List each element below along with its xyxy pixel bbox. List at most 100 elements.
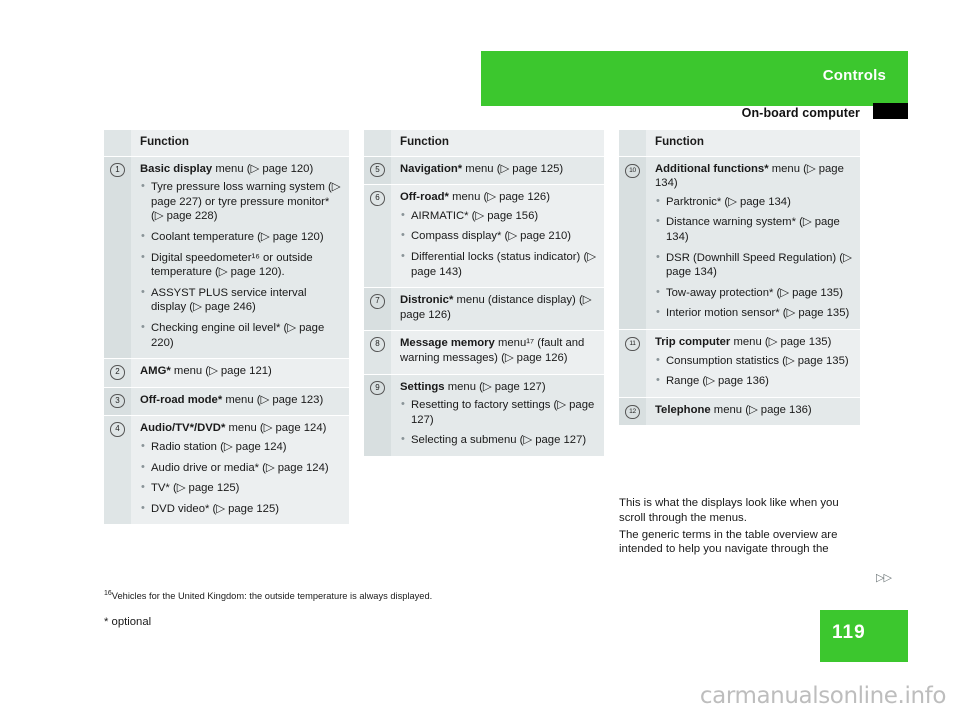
row-main-line: Off-road* menu (▷ page 126) bbox=[400, 190, 596, 205]
row-title-suffix: menu (▷ page 126) bbox=[448, 191, 550, 204]
row-content-cell: Message memory menu¹⁷ (fault and warning… bbox=[391, 331, 604, 373]
table-row: 3 Off-road mode* menu (▷ page 123) bbox=[104, 387, 349, 417]
bullet-item: TV* (▷ page 125) bbox=[140, 480, 341, 496]
row-title-suffix: menu (▷ page 127) bbox=[444, 380, 546, 393]
bullet-item: Resetting to factory settings (▷ page 12… bbox=[400, 397, 596, 427]
table-row: 7 Distronic* menu (distance display) (▷ p… bbox=[364, 288, 604, 332]
row-title-suffix: menu (▷ page 121) bbox=[170, 365, 272, 378]
row-main-line: Telephone menu (▷ page 136) bbox=[655, 403, 852, 418]
table-header-row: Function bbox=[364, 130, 604, 157]
bullet-item: Selecting a submenu (▷ page 127) bbox=[400, 432, 596, 448]
bullet-item: Audio drive or media* (▷ page 124) bbox=[140, 460, 341, 476]
row-title: Basic display bbox=[140, 162, 213, 175]
bullet-item: Consumption statistics (▷ page 135) bbox=[655, 353, 852, 369]
table-row: 2 AMG* menu (▷ page 121) bbox=[104, 359, 349, 388]
body-text-block: This is what the displays look like when… bbox=[619, 496, 867, 559]
row-title: AMG* bbox=[140, 365, 171, 378]
row-title-suffix: menu (▷ page 123) bbox=[222, 393, 324, 406]
row-content-cell: Telephone menu (▷ page 136) bbox=[646, 398, 860, 426]
table-row: 5 Navigation* menu (▷ page 125) bbox=[364, 156, 604, 186]
row-title-suffix: menu (▷ page 120) bbox=[212, 162, 314, 175]
row-bullet-list: Tyre pressure loss warning system (▷ pag… bbox=[140, 179, 341, 350]
table-row: 8 Message memory menu¹⁷ (fault and warnin… bbox=[364, 331, 604, 375]
row-main-line: Additional functions* menu (▷ page 134) bbox=[655, 162, 852, 191]
bullet-item: Interior motion sensor* (▷ page 135) bbox=[655, 305, 852, 321]
row-title: Distronic* bbox=[400, 294, 454, 307]
subsection-title: On-board computer bbox=[741, 106, 860, 120]
function-table-2: Function 5 Navigation* menu (▷ page 125) 6 O… bbox=[364, 130, 604, 456]
row-bullet-list: Radio station (▷ page 124) Audio drive or… bbox=[140, 439, 341, 517]
row-title: Additional functions* bbox=[655, 162, 769, 175]
bullet-item: Differential locks (status indicator) (▷… bbox=[400, 249, 596, 279]
row-index-cell: 4 bbox=[104, 416, 131, 525]
table-header-index-cell bbox=[619, 130, 646, 156]
subsection-marker-block bbox=[873, 103, 908, 119]
row-title: Navigation* bbox=[400, 162, 463, 175]
row-title-suffix: menu (▷ page 124) bbox=[225, 422, 327, 435]
bullet-item: AIRMATIC* (▷ page 156) bbox=[400, 208, 596, 224]
row-main-line: Distronic* menu (distance display) (▷ pa… bbox=[400, 293, 596, 322]
row-content-cell: Basic display menu (▷ page 120) Tyre pres… bbox=[131, 157, 349, 359]
table-row: 10 Additional functions* menu (▷ page 134… bbox=[619, 156, 860, 330]
row-title: Off-road mode* bbox=[140, 393, 223, 406]
row-index-cell: 11 bbox=[619, 329, 646, 397]
row-title: Off-road* bbox=[400, 191, 449, 204]
bullet-item: Compass display* (▷ page 210) bbox=[400, 228, 596, 244]
table-row: 12 Telephone menu (▷ page 136) bbox=[619, 397, 860, 426]
table-row: 11 Trip computer menu (▷ page 135) Consump… bbox=[619, 329, 860, 398]
bullet-item: Distance warning system* (▷ page 134) bbox=[655, 214, 852, 244]
row-title: Message memory bbox=[400, 337, 495, 350]
row-main-line: Navigation* menu (▷ page 125) bbox=[400, 162, 596, 177]
bullet-item: Parktronic* (▷ page 134) bbox=[655, 194, 852, 210]
table-header-row: Function bbox=[619, 130, 860, 157]
row-main-line: Audio/TV*/DVD* menu (▷ page 124) bbox=[140, 421, 341, 436]
watermark: carmanualsonline.info bbox=[699, 683, 947, 709]
table-header-row: Function bbox=[104, 130, 349, 157]
footnote-optional: * optional bbox=[104, 616, 152, 628]
row-main-line: Off-road mode* menu (▷ page 123) bbox=[140, 393, 341, 408]
circled-number-icon: 9 bbox=[370, 380, 385, 396]
circled-number-icon: 5 bbox=[370, 162, 385, 178]
footnote-16-text: Vehicles for the United Kingdom: the out… bbox=[111, 591, 433, 601]
row-title-suffix: menu (▷ page 135) bbox=[730, 335, 832, 348]
row-main-line: Basic display menu (▷ page 120) bbox=[140, 162, 341, 177]
table-row: 4 Audio/TV*/DVD* menu (▷ page 124) Radio s… bbox=[104, 416, 349, 525]
row-main-line: AMG* menu (▷ page 121) bbox=[140, 364, 341, 379]
circled-number-icon: 10 bbox=[625, 163, 640, 179]
bullet-item: Range (▷ page 136) bbox=[655, 373, 852, 389]
continuation-arrow-icon: ▷▷ bbox=[876, 572, 892, 584]
row-main-line: Settings menu (▷ page 127) bbox=[400, 380, 596, 395]
footnote-16: 16Vehicles for the United Kingdom: the o… bbox=[104, 590, 624, 602]
row-content-cell: Distronic* menu (distance display) (▷ pa… bbox=[391, 288, 604, 330]
row-index-cell: 2 bbox=[104, 359, 131, 387]
table-header-index-cell bbox=[364, 130, 391, 156]
row-content-cell: Audio/TV*/DVD* menu (▷ page 124) Radio st… bbox=[131, 416, 349, 524]
footnote-16-marker: 16 bbox=[104, 589, 112, 597]
row-main-line: Message memory menu¹⁷ (fault and warning… bbox=[400, 336, 596, 365]
row-bullet-list: AIRMATIC* (▷ page 156) Compass display* (… bbox=[400, 208, 596, 279]
row-title: Audio/TV*/DVD* bbox=[140, 422, 226, 435]
row-content-cell: Navigation* menu (▷ page 125) bbox=[391, 157, 604, 185]
section-header-bar: Controls bbox=[481, 51, 908, 106]
row-index-cell: 12 bbox=[619, 397, 646, 426]
bullet-item: Coolant temperature (▷ page 120) bbox=[140, 229, 341, 245]
table-row: 6 Off-road* menu (▷ page 126) AIRMATIC* (▷… bbox=[364, 185, 604, 289]
bullet-item: Tow-away protection* (▷ page 135) bbox=[655, 285, 852, 301]
circled-number-icon: 12 bbox=[625, 404, 640, 420]
table-header-index-cell bbox=[104, 130, 131, 156]
row-title-suffix: menu (▷ page 136) bbox=[710, 403, 812, 416]
table-row: 9 Settings menu (▷ page 127) Resetting to … bbox=[364, 374, 604, 456]
footnotes-block: 16Vehicles for the United Kingdom: the o… bbox=[104, 590, 624, 628]
row-index-cell: 9 bbox=[364, 374, 391, 456]
body-paragraph-1: This is what the displays look like when… bbox=[619, 497, 839, 524]
table-header-label: Function bbox=[400, 135, 449, 148]
circled-number-icon: 7 bbox=[370, 294, 385, 309]
row-content-cell: Settings menu (▷ page 127) Resetting to f… bbox=[391, 375, 604, 456]
bullet-item: DSR (Downhill Speed Regulation) (▷ page … bbox=[655, 250, 852, 280]
row-index-cell: 8 bbox=[364, 331, 391, 374]
circled-number-icon: 11 bbox=[625, 336, 640, 352]
row-index-cell: 6 bbox=[364, 185, 391, 288]
bullet-item: DVD video* (▷ page 125) bbox=[140, 501, 341, 517]
row-index-cell: 5 bbox=[364, 156, 391, 185]
circled-number-icon: 3 bbox=[110, 393, 125, 409]
